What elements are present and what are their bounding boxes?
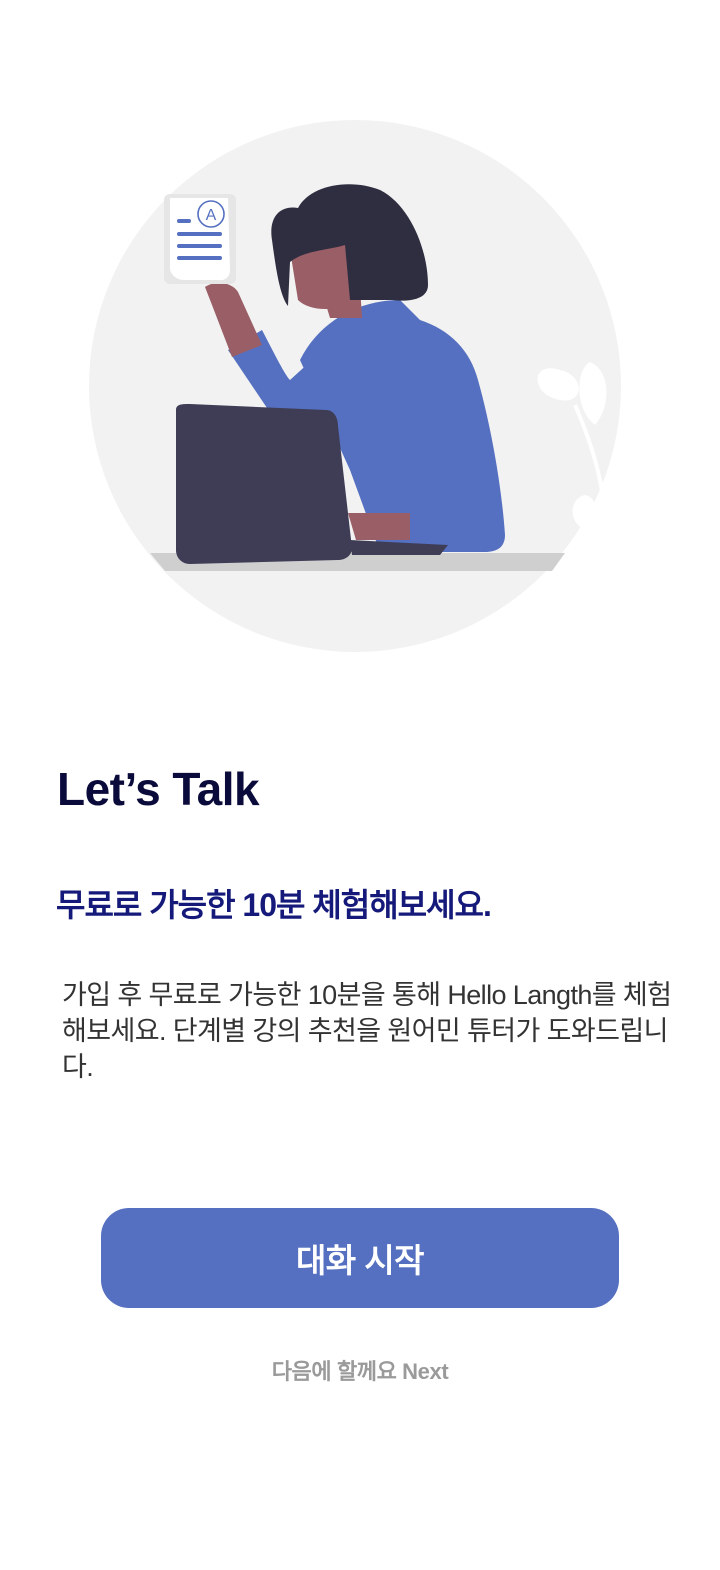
hero-illustration: A <box>0 0 720 700</box>
laptop <box>176 404 352 564</box>
woman-at-laptop-illustration: A <box>89 120 621 652</box>
page-subtitle: 무료로 가능한 10분 체험해보세요. <box>56 887 492 923</box>
skip-next-link[interactable]: 다음에 할께요 Next <box>0 1354 720 1386</box>
svg-text:A: A <box>206 207 217 224</box>
start-conversation-button[interactable]: 대화 시작 <box>101 1208 619 1308</box>
document-icon: A <box>164 194 236 284</box>
hand <box>348 513 410 540</box>
page-description: 가입 후 무료로 가능한 10분을 통해 Hello Langth를 체험해보세… <box>62 980 672 1082</box>
page-title: Let’s Talk <box>57 763 260 815</box>
